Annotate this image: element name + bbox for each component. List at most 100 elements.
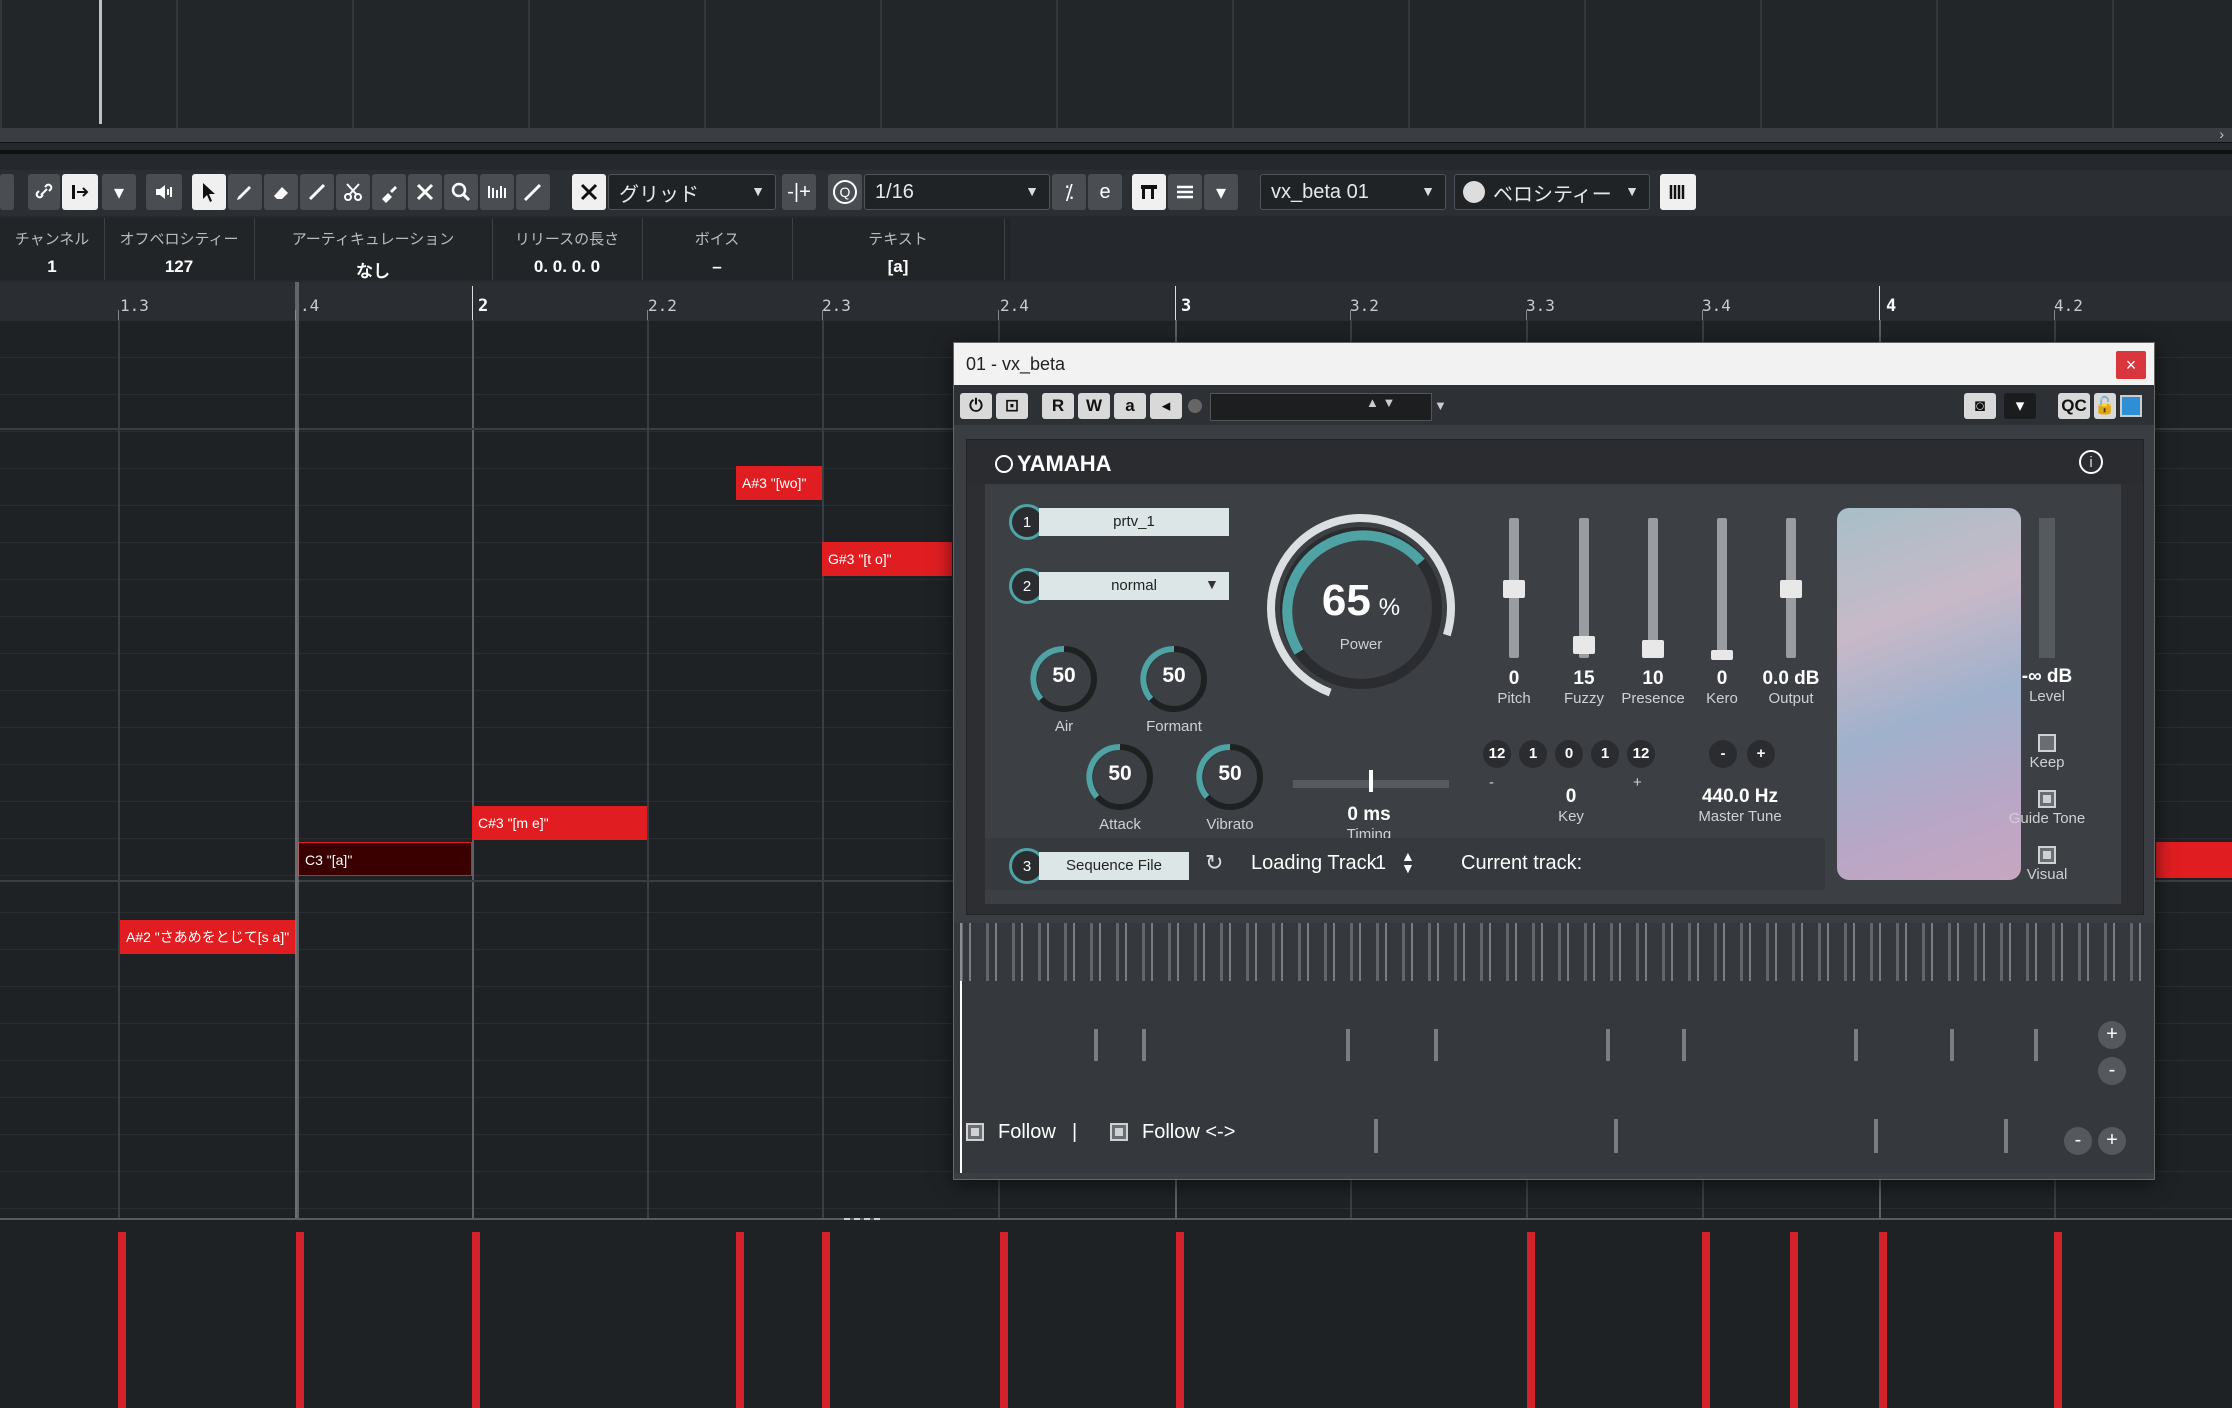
quantize-dropdown[interactable]: 1/16 ▼ (864, 174, 1050, 210)
tune-minus-button[interactable]: - (1709, 740, 1737, 768)
snap-mode-dropdown[interactable]: グリッド ▼ (608, 174, 776, 210)
draw-tool-icon[interactable] (516, 174, 550, 210)
reload-icon[interactable]: ↻ (1205, 850, 1231, 876)
velocity-bar[interactable] (1702, 1232, 1710, 1408)
piano-keys-icon[interactable] (1660, 174, 1696, 210)
note-event-selected[interactable]: C3 "[a]" (298, 842, 472, 876)
note-event[interactable]: C#3 "[m e]" (472, 806, 647, 840)
glue-tool-icon[interactable] (372, 174, 406, 210)
chevron-down-icon[interactable]: ▾ (2004, 393, 2036, 419)
arrow-left-icon[interactable]: ◂ (1150, 393, 1182, 419)
visual-checkbox[interactable] (2038, 846, 2056, 864)
info-channel[interactable]: チャンネル 1 (0, 218, 105, 280)
lane-select-dropdown[interactable]: ベロシティー ▼ (1454, 174, 1650, 210)
velocity-bar[interactable] (118, 1232, 126, 1408)
formant-knob[interactable]: 50 Formant (1139, 644, 1209, 735)
key-pill[interactable]: 12 (1483, 740, 1511, 768)
chevron-down-icon[interactable]: ▾ (1204, 174, 1238, 210)
velocity-bar[interactable] (1879, 1232, 1887, 1408)
preset-arrows-icon[interactable]: ▲ ▼ (1366, 395, 1406, 417)
quantize-grid-icon[interactable]: ⁒ (1052, 174, 1086, 210)
info-articulation[interactable]: アーティキュレーション なし (254, 218, 493, 281)
kero-slider[interactable] (1709, 518, 1735, 660)
plugin-title[interactable]: 01 - vx_beta (954, 343, 2154, 385)
arrange-area[interactable] (0, 0, 2232, 128)
lock-icon[interactable]: 🔓 (2094, 393, 2116, 419)
velocity-bar[interactable] (472, 1232, 480, 1408)
info-release-length[interactable]: リリースの長さ 0. 0. 0. 0 (492, 218, 643, 280)
mute-tool-icon[interactable] (408, 174, 442, 210)
key-pill[interactable]: 12 (1627, 740, 1655, 768)
scroll-right-icon[interactable]: › (2219, 126, 2224, 142)
sequence-overview[interactable]: + - Follow | Follow <-> - + (954, 923, 2154, 1173)
voicebank-field[interactable]: prtv_1 (1039, 508, 1229, 536)
pitch-slider[interactable] (1501, 518, 1527, 658)
toolbar-overflow-icon[interactable] (0, 174, 14, 210)
power-icon[interactable]: ⏻ (960, 393, 992, 419)
info-icon[interactable]: i (2079, 450, 2103, 474)
air-knob[interactable]: 50 Air (1029, 644, 1099, 735)
fuzzy-slider[interactable] (1571, 518, 1597, 658)
note-event[interactable] (2156, 842, 2232, 878)
follow-range-checkbox[interactable] (1110, 1123, 1128, 1141)
velocity-bar[interactable] (1527, 1232, 1535, 1408)
key-pill[interactable]: 1 (1519, 740, 1547, 768)
link-icon[interactable] (28, 174, 60, 210)
velocity-bar[interactable] (1790, 1232, 1798, 1408)
write-automation-button[interactable]: W (1078, 393, 1110, 419)
eraser-tool-icon[interactable] (264, 174, 298, 210)
power-dial[interactable]: 65% Power (1263, 510, 1459, 706)
chevron-down-icon[interactable]: ▾ (102, 174, 136, 210)
scissors-tool-icon[interactable] (336, 174, 370, 210)
zoom-tool-icon[interactable] (444, 174, 478, 210)
info-off-velocity[interactable]: オフベロシティー 127 (104, 218, 255, 280)
velocity-bar[interactable] (1176, 1232, 1184, 1408)
track-select-dropdown[interactable]: vx_beta 01 ▼ (1260, 174, 1446, 210)
iterative-quantize-icon[interactable]: e (1088, 174, 1122, 210)
snap-toggle-icon[interactable] (572, 174, 606, 210)
read-automation-button[interactable]: R (1042, 393, 1074, 419)
stepper-arrows-icon[interactable]: ▲ ▼ (1401, 849, 1415, 875)
snap-to-zero-icon[interactable]: -|+ (782, 174, 816, 210)
key-plus-button[interactable]: + (1633, 774, 1642, 791)
pencil-tool-icon[interactable] (228, 174, 262, 210)
info-text[interactable]: テキスト [a] (792, 218, 1005, 280)
velocity-bar[interactable] (2054, 1232, 2062, 1408)
horizontal-scrollbar[interactable]: › (0, 126, 2232, 143)
line-tool-icon[interactable] (300, 174, 334, 210)
h-zoom-in-button[interactable]: + (2098, 1127, 2126, 1155)
info-voice[interactable]: ボイス – (642, 218, 793, 280)
quantize-icon[interactable]: Q (828, 174, 862, 210)
bypass-icon[interactable]: ⊡ (996, 393, 1028, 419)
zoom-out-button[interactable]: - (2098, 1057, 2126, 1085)
timeline-ruler[interactable]: 1.3 .4 2 2.2 2.3 2.4 3 3.2 3.3 3.4 4 4.2 (0, 282, 2232, 321)
qc-button[interactable]: QC (2058, 393, 2090, 419)
timing-thumb[interactable] (1369, 770, 1373, 792)
track-3-row[interactable]: 3 Sequence File (1009, 848, 1229, 884)
camera-icon[interactable]: ◙ (1964, 393, 1996, 419)
lane-resize-handle[interactable] (844, 1218, 880, 1224)
chevron-down-icon[interactable]: ▼ (1434, 393, 1454, 419)
velocity-bar[interactable] (1000, 1232, 1008, 1408)
key-pill[interactable]: 0 (1555, 740, 1583, 768)
h-zoom-out-button[interactable]: - (2064, 1127, 2092, 1155)
lanes-icon[interactable] (1168, 174, 1202, 210)
velocity-lane[interactable] (0, 1218, 2232, 1408)
step-input-icon[interactable] (1132, 174, 1166, 210)
velocity-bar[interactable] (296, 1232, 304, 1408)
velocity-bar[interactable] (822, 1232, 830, 1408)
note-event[interactable]: A#3 "[wo]" (736, 466, 822, 500)
note-event[interactable]: A#2 "さあめをとじて[s a]" (120, 920, 296, 954)
velocity-bar[interactable] (736, 1232, 744, 1408)
attack-knob[interactable]: 50 Attack (1085, 742, 1155, 833)
output-slider[interactable] (1778, 518, 1804, 658)
follow-checkbox[interactable] (966, 1123, 984, 1141)
guide-tone-checkbox[interactable] (2038, 790, 2056, 808)
close-button[interactable]: × (2116, 351, 2146, 379)
key-pill[interactable]: 1 (1591, 740, 1619, 768)
track-1-row[interactable]: 1 prtv_1 (1009, 504, 1229, 540)
style-dropdown[interactable]: normal (1039, 572, 1229, 600)
sequence-file-button[interactable]: Sequence File (1039, 852, 1189, 880)
color-swatch-icon[interactable] (2120, 395, 2142, 417)
comp-tool-icon[interactable] (480, 174, 514, 210)
